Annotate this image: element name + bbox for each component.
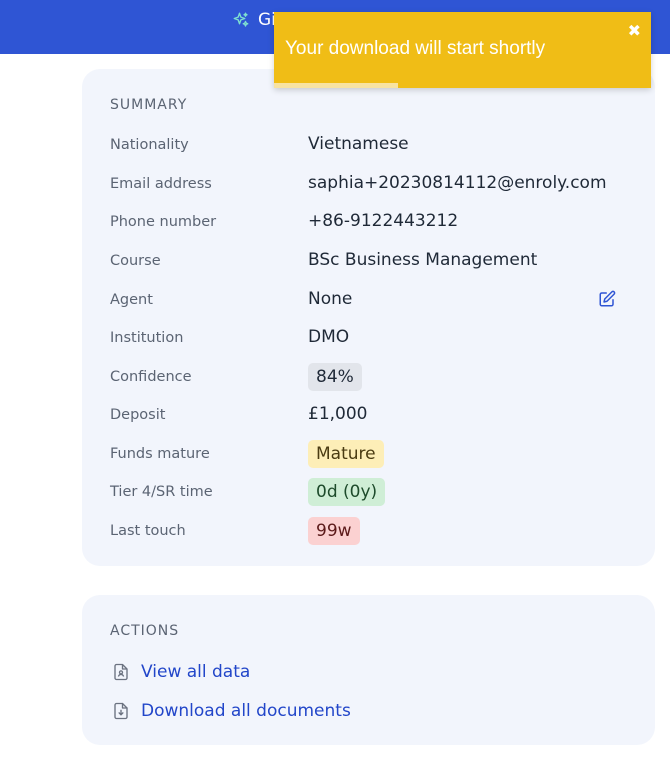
close-icon[interactable]: ✖ [628,23,641,39]
row-label: Last touch [110,523,186,539]
summary-row-agent: Agent None [82,284,655,318]
download-toast: Your download will start shortly ✖ [274,12,651,88]
row-value: £1,000 [308,404,368,424]
actions-card: ACTIONS View all data Download all docum… [82,595,655,745]
summary-row-course: Course BSc Business Management [82,245,655,279]
funds-mature-badge: Mature [308,440,384,468]
tier4-time-badge: 0d (0y) [308,478,386,506]
summary-row-email: Email address saphia+20230814112@enroly.… [82,168,655,202]
summary-row-funds-mature: Funds mature Mature [82,438,655,472]
row-label: Email address [110,176,212,192]
view-all-data-link[interactable]: View all data [112,662,250,682]
actions-title: ACTIONS [110,623,180,639]
confidence-badge: 84% [308,363,362,391]
row-label: Course [110,253,161,269]
row-label: Agent [110,292,153,308]
row-value: +86-9122443212 [308,211,459,231]
row-label: Phone number [110,214,217,230]
summary-row-nationality: Nationality Vietnamese [82,129,655,163]
row-value: saphia+20230814112@enroly.com [308,173,607,193]
edit-icon[interactable] [598,290,616,308]
row-value: BSc Business Management [308,250,538,270]
summary-card: SUMMARY Nationality Vietnamese Email add… [82,69,655,566]
summary-row-deposit: Deposit £1,000 [82,399,655,433]
summary-row-institution: Institution DMO [82,322,655,356]
row-value: DMO [308,327,350,347]
row-label: Funds mature [110,446,210,462]
download-all-documents-link[interactable]: Download all documents [112,701,351,721]
summary-title: SUMMARY [110,97,188,113]
row-label: Deposit [110,407,166,423]
download-all-documents-label: Download all documents [141,701,351,721]
toast-message: Your download will start shortly [285,38,546,59]
file-download-icon [114,702,128,720]
row-value: None [308,289,353,309]
row-label: Institution [110,330,184,346]
summary-row-last-touch: Last touch 99w [82,515,655,549]
toast-progress-bar [274,83,399,88]
file-user-icon [114,663,128,681]
summary-row-tier4-time: Tier 4/SR time 0d (0y) [82,476,655,510]
row-value: Vietnamese [308,134,409,154]
row-label: Confidence [110,369,192,385]
summary-row-confidence: Confidence 84% [82,361,655,395]
sparkle-icon [233,12,249,27]
header-title-group[interactable]: Gi [232,10,276,30]
summary-row-phone: Phone number +86-9122443212 [82,206,655,240]
view-all-data-label: View all data [141,662,251,682]
toast-progress-track [274,83,651,88]
row-label: Nationality [110,137,189,153]
last-touch-badge: 99w [308,517,360,545]
row-label: Tier 4/SR time [110,484,213,500]
